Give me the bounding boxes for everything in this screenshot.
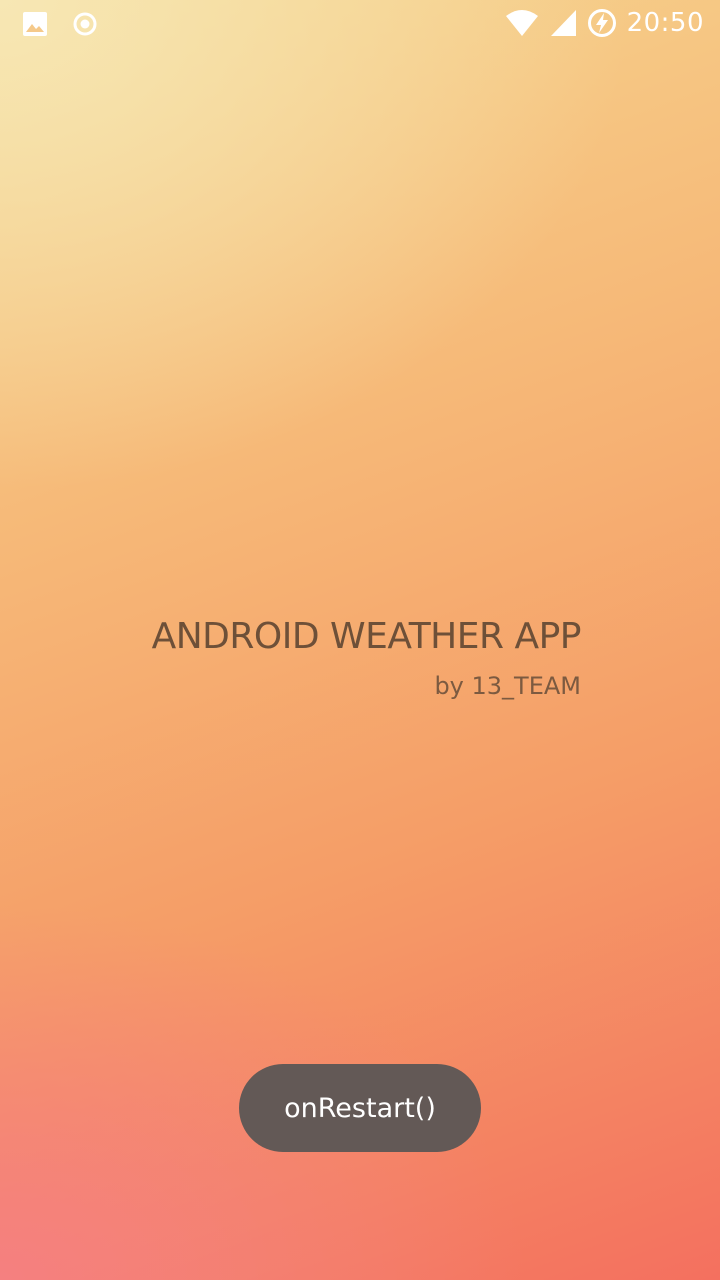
wifi-icon	[505, 8, 539, 38]
signal-icon	[549, 8, 577, 38]
status-bar: 20:50	[0, 0, 720, 48]
toast-message: onRestart()	[284, 1092, 436, 1124]
status-bar-system: 20:50	[505, 8, 704, 38]
image-icon	[22, 11, 48, 37]
app-title: ANDROID WEATHER APP	[151, 616, 582, 657]
status-bar-notifications	[22, 11, 98, 37]
record-icon	[72, 11, 98, 37]
status-time: 20:50	[626, 8, 704, 38]
toast: onRestart()	[239, 1064, 481, 1152]
battery-charging-icon	[587, 8, 617, 38]
app-subtitle: by 13_TEAM	[434, 672, 581, 700]
